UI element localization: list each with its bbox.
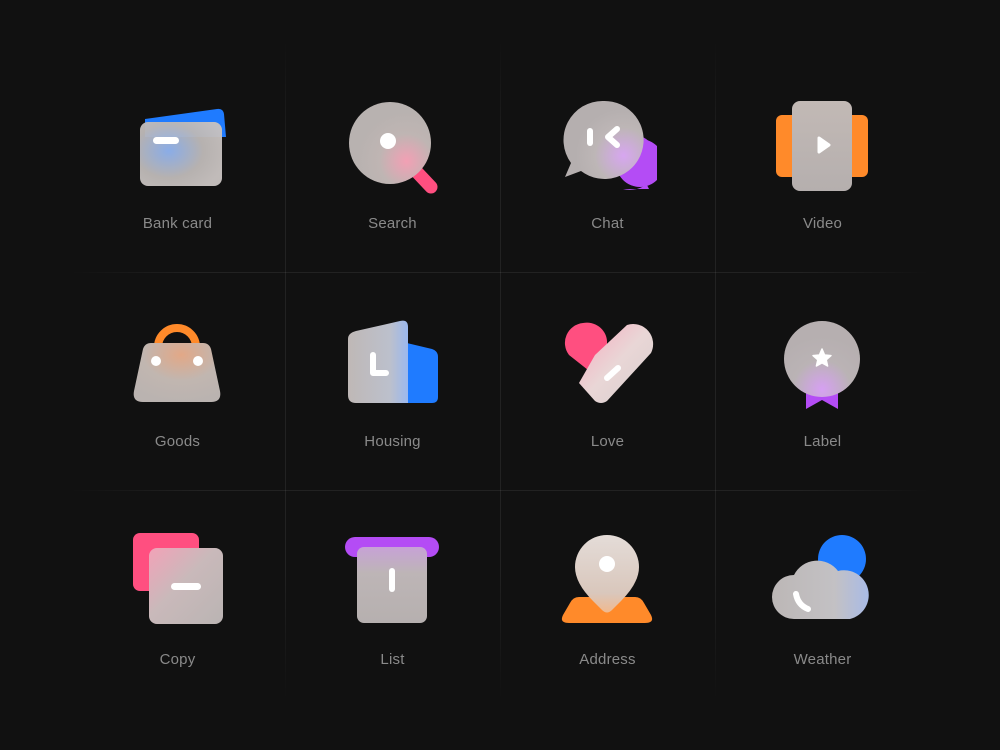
- icon-label: Goods: [154, 433, 201, 450]
- icon-cell-list[interactable]: List: [285, 491, 500, 709]
- icon-cell-label[interactable]: Label: [715, 273, 930, 491]
- heart-icon: [557, 315, 657, 415]
- list-icon: [342, 533, 442, 633]
- icon-cell-goods[interactable]: Goods: [70, 273, 285, 491]
- icon-label: Copy: [159, 651, 196, 668]
- map-pin-icon: [557, 533, 657, 633]
- weather-cloud-icon: [772, 533, 872, 633]
- icon-label: Video: [802, 215, 843, 232]
- badge-label-icon: [772, 315, 872, 415]
- icon-cell-address[interactable]: Address: [500, 491, 715, 709]
- icon-label: Address: [579, 651, 636, 668]
- icon-label: Chat: [591, 215, 624, 232]
- icon-cell-search[interactable]: Search: [285, 55, 500, 273]
- icon-cell-housing[interactable]: Housing: [285, 273, 500, 491]
- copy-icon: [127, 533, 227, 633]
- bank-card-icon: [127, 97, 227, 197]
- icon-cell-bank-card[interactable]: Bank card: [70, 55, 285, 273]
- chat-icon: [557, 97, 657, 197]
- icon-cell-weather[interactable]: Weather: [715, 491, 930, 709]
- housing-icon: [342, 315, 442, 415]
- icon-label: Weather: [793, 651, 852, 668]
- icon-label: Label: [803, 433, 842, 450]
- icon-cell-copy[interactable]: Copy: [70, 491, 285, 709]
- icon-cell-video[interactable]: Video: [715, 55, 930, 273]
- icon-label: Housing: [364, 433, 421, 450]
- icon-label: Love: [590, 433, 625, 450]
- icon-label: List: [380, 651, 405, 668]
- goods-bag-icon: [127, 315, 227, 415]
- icon-cell-chat[interactable]: Chat: [500, 55, 715, 273]
- icon-cell-love[interactable]: Love: [500, 273, 715, 491]
- icon-label: Bank card: [142, 215, 213, 232]
- icon-showcase: Bank card Search Chat Video Goods Housin…: [0, 0, 1000, 750]
- video-icon: [772, 97, 872, 197]
- search-icon: [342, 97, 442, 197]
- icon-label: Search: [368, 215, 417, 232]
